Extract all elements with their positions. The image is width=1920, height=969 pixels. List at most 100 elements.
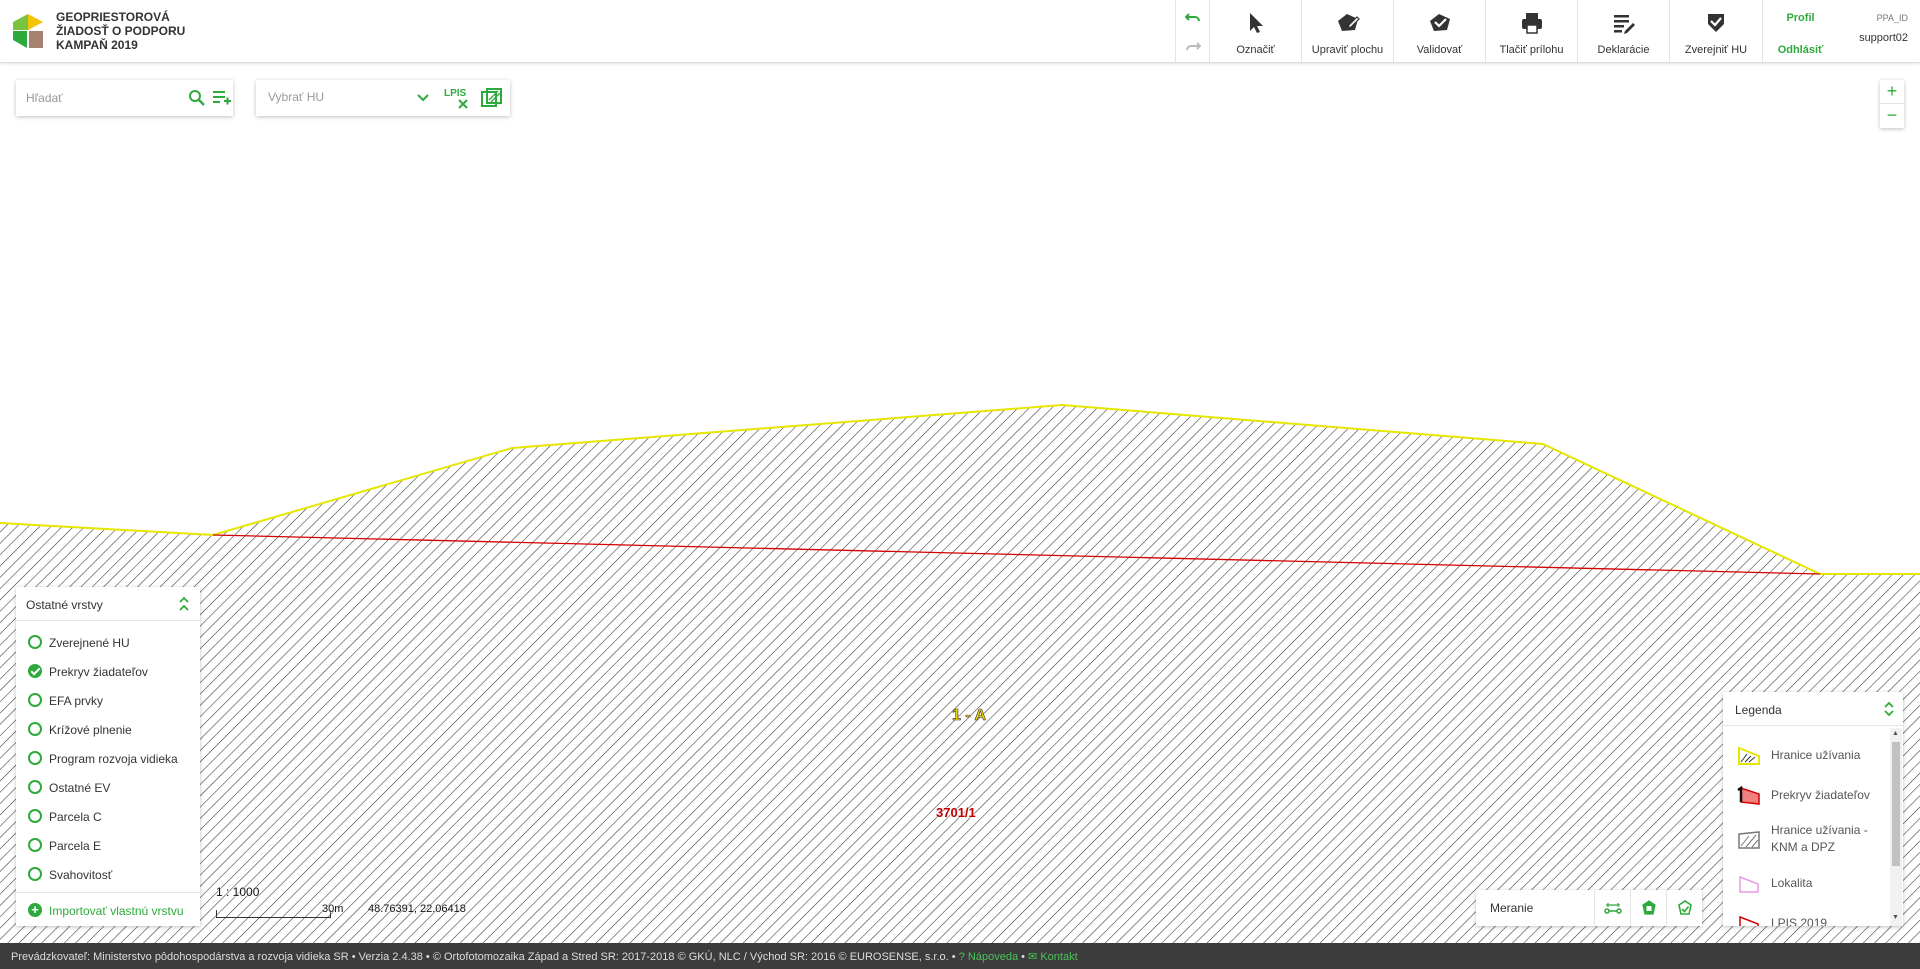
logout-link[interactable]: Odhlásiť [1763, 44, 1838, 56]
tool-edit-area[interactable]: Upraviť plochu [1301, 0, 1393, 63]
zoom-in-button[interactable]: + [1880, 80, 1904, 104]
footer-separator: • [425, 951, 433, 963]
layer-label: Parcela C [49, 810, 102, 824]
search-input[interactable] [26, 88, 166, 108]
tool-declarations[interactable]: Deklarácie [1577, 0, 1669, 63]
overlay-layers-icon[interactable] [481, 88, 503, 108]
measure-area-button[interactable] [1630, 890, 1666, 926]
printer-icon [1521, 13, 1542, 34]
zoom-out-button[interactable]: − [1880, 104, 1904, 128]
layer-label: Program rozvoja vidieka [49, 752, 178, 766]
footer-separator: • [351, 951, 359, 963]
map-canvas[interactable]: 1 - A 3701/1 [0, 63, 1920, 943]
legend-label: Prekryv žiadateľov [1771, 788, 1870, 802]
footer-provider: Prevádzkovateľ: Ministerstvo pôdohospodá… [11, 951, 349, 963]
tool-declarations-label: Deklarácie [1597, 44, 1650, 56]
hu-select[interactable]: Vybrať HU [268, 90, 324, 104]
layer-item-efa-prvky[interactable]: EFA prvky [16, 687, 200, 716]
layer-toggle[interactable] [28, 751, 42, 765]
zoom-control: + − [1880, 80, 1904, 128]
contact-link[interactable]: Kontakt [1040, 951, 1077, 963]
legend-title: Legenda [1735, 703, 1782, 717]
layer-item-parcela-c[interactable]: Parcela C [16, 803, 200, 832]
tool-edit-area-label: Upraviť plochu [1311, 44, 1384, 56]
cursor-coordinates: 48.76391, 22.06418 [368, 903, 466, 915]
filter-list-icon[interactable] [212, 88, 232, 108]
tool-select[interactable]: Označiť [1209, 0, 1301, 63]
tool-validate[interactable]: Validovať [1393, 0, 1485, 63]
legend-header[interactable]: Legenda [1723, 692, 1903, 726]
layer-toggle[interactable] [28, 809, 42, 823]
chevron-down-icon[interactable] [416, 91, 430, 105]
profile-link[interactable]: Profil [1763, 12, 1838, 24]
layers-panel-title: Ostatné vrstvy [26, 598, 103, 612]
layer-label: Ostatné EV [49, 781, 111, 795]
user-name: support02 [1859, 32, 1908, 44]
app-title-line1: GEOPRIESTOROVÁ [56, 10, 170, 24]
layer-toggle[interactable] [28, 838, 42, 852]
legend-scrollbar[interactable]: ▲ ▼ [1890, 728, 1902, 926]
shield-check-icon [1708, 14, 1724, 32]
import-layer-button[interactable]: + Importovať vlastnú vrstvu [16, 892, 200, 926]
usage-boundary-swatch-icon [1738, 746, 1760, 765]
measure-perimeter-button[interactable] [1666, 890, 1702, 926]
applicant-overlap-swatch-icon [1737, 786, 1760, 805]
tool-publish-hu-label: Zverejniť HU [1684, 44, 1748, 56]
layer-item-zverejnene-hu[interactable]: Zverejnené HU [16, 629, 200, 658]
layer-toggle[interactable] [28, 722, 42, 736]
tool-publish-hu[interactable]: Zverejniť HU [1669, 0, 1762, 63]
locality-swatch-icon [1739, 875, 1759, 893]
mail-icon: ✉ [1028, 951, 1038, 963]
tool-print-attachment[interactable]: Tlačiť prílohu [1485, 0, 1577, 63]
layers-panel: Ostatné vrstvy Zverejnené HU Prekryv žia… [16, 587, 200, 926]
app-title: GEOPRIESTOROVÁ ŽIADOSŤ O PODPORU KAMPAŇ … [56, 10, 185, 52]
layer-toggle[interactable] [28, 635, 42, 649]
scroll-down-icon[interactable]: ▼ [1892, 914, 1899, 921]
undo-redo-group [1175, 0, 1209, 63]
import-layer-label: Importovať vlastnú vrstvu [49, 904, 184, 918]
footer-ortho: © Ortofotomozaika Západ a Stred SR: 2017… [432, 951, 949, 963]
layer-item-program-rozvoja-vidieka[interactable]: Program rozvoja vidieka [16, 745, 200, 774]
measure-distance-button[interactable] [1594, 890, 1630, 926]
layer-toggle[interactable] [28, 780, 42, 794]
layer-label: EFA prvky [49, 694, 104, 708]
app-title-line3: KAMPAŇ 2019 [56, 38, 138, 52]
footer-version: Verzia 2.4.38 [358, 951, 423, 963]
layer-toggle[interactable] [28, 693, 42, 707]
polygon-label: 1 - A [952, 707, 987, 725]
tool-validate-label: Validovať [1416, 44, 1463, 56]
layer-item-krizove-plnenie[interactable]: Krížové plnenie [16, 716, 200, 745]
parcel-label: 3701/1 [936, 805, 976, 820]
layer-toggle[interactable] [28, 664, 42, 678]
legend-label: Lokalita [1771, 876, 1813, 890]
profile-group: Profil Odhlásiť [1762, 0, 1838, 63]
close-icon [458, 99, 468, 109]
collapse-chevrons-icon[interactable] [1883, 701, 1895, 717]
edit-polygon-icon [1337, 14, 1360, 31]
layers-panel-header[interactable]: Ostatné vrstvy [16, 587, 200, 621]
collapse-chevrons-icon[interactable] [178, 596, 190, 612]
measure-label: Meranie [1490, 901, 1534, 915]
scrollbar-thumb[interactable] [1892, 742, 1900, 866]
layer-item-prekryv-ziadatelov[interactable]: Prekryv žiadateľov [16, 658, 200, 687]
redo-icon[interactable] [1185, 39, 1201, 55]
validate-polygon-icon [1429, 14, 1450, 31]
layer-label: Zverejnené HU [49, 636, 130, 650]
layer-label: Svahovitosť [49, 868, 113, 882]
perimeter-measure-icon [1678, 900, 1692, 915]
top-toolbar: GEOPRIESTOROVÁ ŽIADOSŤ O PODPORU KAMPAŇ … [0, 0, 1920, 63]
help-link[interactable]: Nápoveda [968, 951, 1018, 963]
undo-icon[interactable] [1185, 10, 1201, 26]
scroll-up-icon[interactable]: ▲ [1892, 730, 1899, 737]
legend-panel: Legenda Hranice užívania Prekryv žiadate… [1723, 692, 1903, 926]
layer-item-parcela-e[interactable]: Parcela E [16, 832, 200, 861]
layer-toggle[interactable] [28, 867, 42, 881]
search-icon[interactable] [188, 89, 206, 107]
tool-select-label: Označiť [1236, 44, 1275, 56]
cursor-arrow-icon [1249, 13, 1263, 33]
layer-item-ostatne-ev[interactable]: Ostatné EV [16, 774, 200, 803]
lpis-toggle-button[interactable]: LPIS [444, 88, 470, 110]
hu-select-box: Vybrať HU LPIS [256, 80, 510, 116]
layer-label: Krížové plnenie [49, 723, 132, 737]
layer-item-svahovitost[interactable]: Svahovitosť [16, 861, 200, 890]
